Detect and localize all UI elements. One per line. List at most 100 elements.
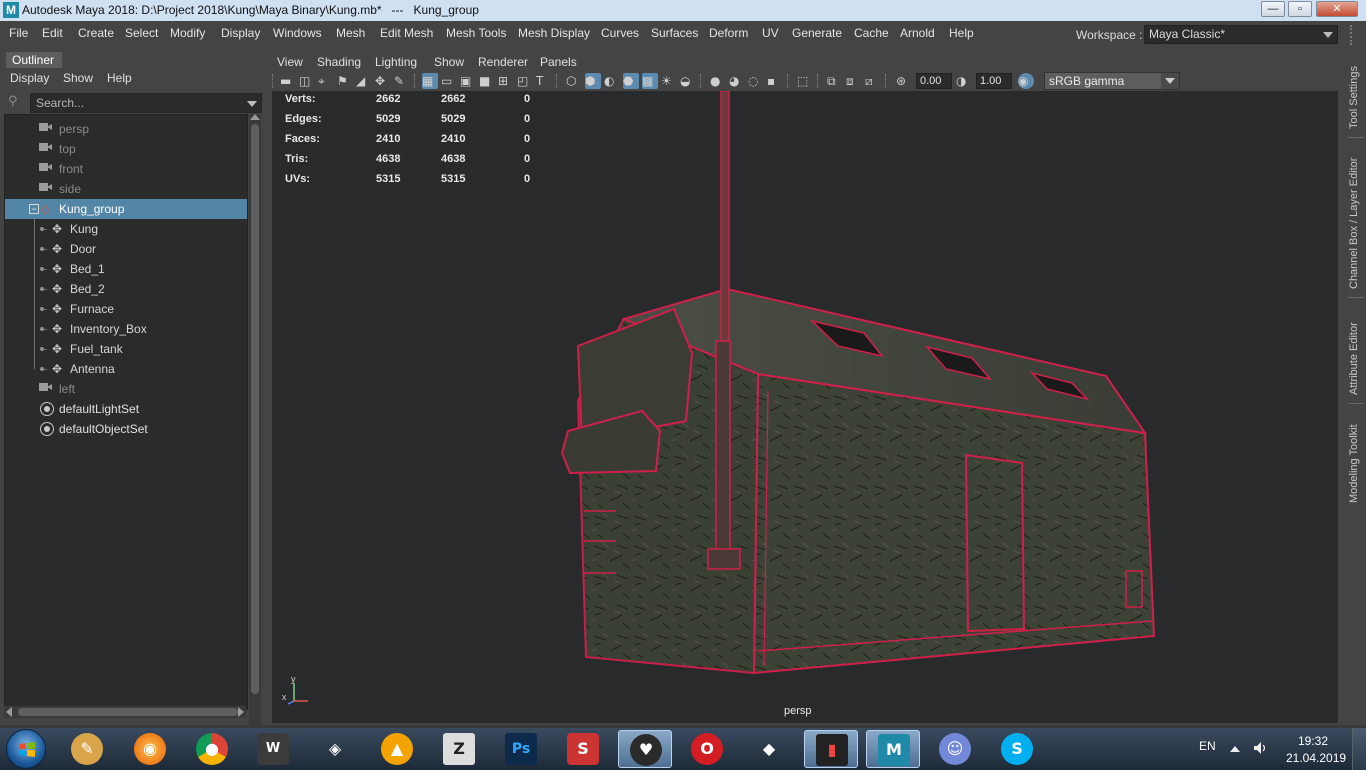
maximize-button[interactable]: ▫	[1288, 1, 1312, 17]
taskbar-app-epic[interactable]: ◈	[308, 730, 362, 768]
close-button[interactable]: ✕	[1316, 1, 1358, 17]
taskbar-app-skype[interactable]: S	[990, 730, 1044, 768]
taskbar-app-chrome[interactable]: ●	[185, 730, 239, 768]
menu-surfaces[interactable]: Surfaces	[651, 26, 698, 40]
safe-action-icon[interactable]: ◰	[517, 73, 533, 89]
outliner-search-input[interactable]: Search...	[30, 93, 262, 113]
gamma-field[interactable]: 1.00	[976, 73, 1012, 89]
field-chart-icon[interactable]: ⊞	[498, 73, 514, 89]
outliner-item-default-light-set[interactable]: defaultLightSet	[5, 399, 247, 419]
menu-edit-mesh[interactable]: Edit Mesh	[380, 26, 433, 40]
gamma-icon[interactable]: ◑	[956, 73, 972, 89]
menu-deform[interactable]: Deform	[709, 26, 748, 40]
scroll-left-arrow-icon[interactable]	[6, 707, 12, 717]
menu-create[interactable]: Create	[78, 26, 114, 40]
exposure-icon[interactable]: ⊛	[896, 73, 912, 89]
color-management-icon[interactable]: ◉	[1018, 73, 1034, 89]
outliner-menu-show[interactable]: Show	[63, 71, 93, 85]
menu-uv[interactable]: UV	[762, 26, 779, 40]
viewport-menu-view[interactable]: View	[277, 55, 303, 69]
search-icon[interactable]: ⚲	[8, 94, 24, 110]
clock-date[interactable]: 21.04.2019	[1286, 751, 1346, 765]
menu-file[interactable]: File	[9, 26, 28, 40]
taskbar-app-opera[interactable]: O	[680, 730, 734, 768]
tray-expand-arrow-icon[interactable]	[1230, 746, 1240, 752]
collapse-toggle-icon[interactable]: −	[29, 204, 39, 214]
2d-pan-zoom-icon[interactable]: ✥	[375, 73, 391, 89]
outliner-item-bed-2[interactable]: ✥ Bed_2	[5, 279, 247, 299]
use-all-lights-icon[interactable]: ☀	[661, 73, 677, 89]
taskbar-app-substance-painter[interactable]: S	[556, 730, 610, 768]
clock-time[interactable]: 19:32	[1298, 734, 1328, 748]
menu-curves[interactable]: Curves	[601, 26, 639, 40]
smooth-shade-icon[interactable]: ⬢	[585, 73, 601, 89]
taskbar-app-zbrush[interactable]: Z	[432, 730, 486, 768]
menu-grip-handle[interactable]	[1350, 25, 1356, 45]
default-material-icon[interactable]: ◐	[604, 73, 620, 89]
tab-channel-box-layer-editor[interactable]: Channel Box / Layer Editor	[1348, 149, 1364, 289]
outliner-item-left[interactable]: left	[5, 379, 247, 399]
viewport-menu-lighting[interactable]: Lighting	[375, 55, 417, 69]
taskbar-app-paint[interactable]: ✎	[60, 730, 114, 768]
outliner-item-default-object-set[interactable]: defaultObjectSet	[5, 419, 247, 439]
viewport-menu-renderer[interactable]: Renderer	[478, 55, 528, 69]
outliner-item-fuel-tank[interactable]: ✥ Fuel_tank	[5, 339, 247, 359]
select-camera-icon[interactable]: ▬	[280, 73, 296, 89]
menu-help[interactable]: Help	[949, 26, 974, 40]
xray-icon[interactable]: ⧉	[827, 73, 843, 89]
tab-tool-settings[interactable]: Tool Settings	[1348, 59, 1364, 129]
outliner-tab[interactable]: Outliner	[6, 52, 62, 68]
outliner-item-kung[interactable]: ✥ Kung	[5, 219, 247, 239]
volume-icon[interactable]	[1253, 741, 1269, 755]
taskbar-app-audio[interactable]: ▮	[804, 730, 858, 768]
taskbar-app-arc[interactable]: ▲	[370, 730, 424, 768]
depth-of-field-icon[interactable]: ▪	[767, 73, 783, 89]
menu-cache[interactable]: Cache	[854, 26, 889, 40]
input-language[interactable]: EN	[1199, 739, 1216, 753]
menu-edit[interactable]: Edit	[42, 26, 63, 40]
viewport-menu-shading[interactable]: Shading	[317, 55, 361, 69]
scroll-thumb[interactable]	[251, 124, 259, 694]
gate-mask-icon[interactable]: ■	[479, 73, 495, 89]
menu-display[interactable]: Display	[221, 26, 260, 40]
tab-modeling-toolkit[interactable]: Modeling Toolkit	[1348, 413, 1364, 503]
3d-viewport[interactable]: Verts: 2662 2662 0 Edges: 5029 5029 0 Fa…	[272, 91, 1338, 723]
minimize-button[interactable]: —	[1261, 1, 1285, 17]
viewport-menu-panels[interactable]: Panels	[540, 55, 577, 69]
menu-windows[interactable]: Windows	[273, 26, 322, 40]
menu-mesh-display[interactable]: Mesh Display	[518, 26, 590, 40]
isolate-select-icon[interactable]: ⬚	[797, 73, 813, 89]
menu-select[interactable]: Select	[125, 26, 158, 40]
xray-joints-icon[interactable]: ⧈	[846, 73, 862, 89]
show-desktop-button[interactable]	[1352, 728, 1366, 770]
menu-generate[interactable]: Generate	[792, 26, 842, 40]
bookmarks-icon[interactable]: ⌖	[318, 73, 334, 89]
outliner-item-side[interactable]: side	[5, 179, 247, 199]
outliner-item-kung-group[interactable]: − ◇ Kung_group	[5, 199, 247, 219]
viewport-menu-show[interactable]: Show	[434, 55, 464, 69]
bookmark-flag-icon[interactable]: ⚑	[337, 73, 353, 89]
menu-mesh[interactable]: Mesh	[336, 26, 365, 40]
menu-mesh-tools[interactable]: Mesh Tools	[446, 26, 506, 40]
camera-attributes-icon[interactable]: ◫	[299, 73, 315, 89]
grease-pencil-icon[interactable]: ✎	[394, 73, 410, 89]
shadows-icon[interactable]: ◒	[680, 73, 696, 89]
resolution-gate-icon[interactable]: ▣	[460, 73, 476, 89]
outliner-item-inventory-box[interactable]: ✥ Inventory_Box	[5, 319, 247, 339]
scroll-right-arrow-icon[interactable]	[238, 707, 244, 717]
film-gate-icon[interactable]: ▭	[441, 73, 457, 89]
wireframe-icon[interactable]: ⬡	[566, 73, 582, 89]
menu-arnold[interactable]: Arnold	[900, 26, 935, 40]
chevron-down-icon[interactable]	[247, 101, 257, 107]
safe-title-icon[interactable]: T	[536, 73, 552, 89]
scroll-thumb[interactable]	[18, 708, 238, 716]
motion-blur-icon[interactable]: ◕	[729, 73, 745, 89]
workspace-dropdown[interactable]: Maya Classic*	[1144, 25, 1338, 44]
textured-icon[interactable]: ▩	[642, 73, 658, 89]
taskbar-app-firefox[interactable]: ◉	[123, 730, 177, 768]
taskbar-app-unity[interactable]: ◆	[742, 730, 796, 768]
outliner-menu-help[interactable]: Help	[107, 71, 132, 85]
outliner-item-antenna[interactable]: ✥ Antenna	[5, 359, 247, 379]
taskbar-app-discord[interactable]: ☺	[928, 730, 982, 768]
scroll-up-arrow-icon[interactable]	[250, 114, 260, 120]
